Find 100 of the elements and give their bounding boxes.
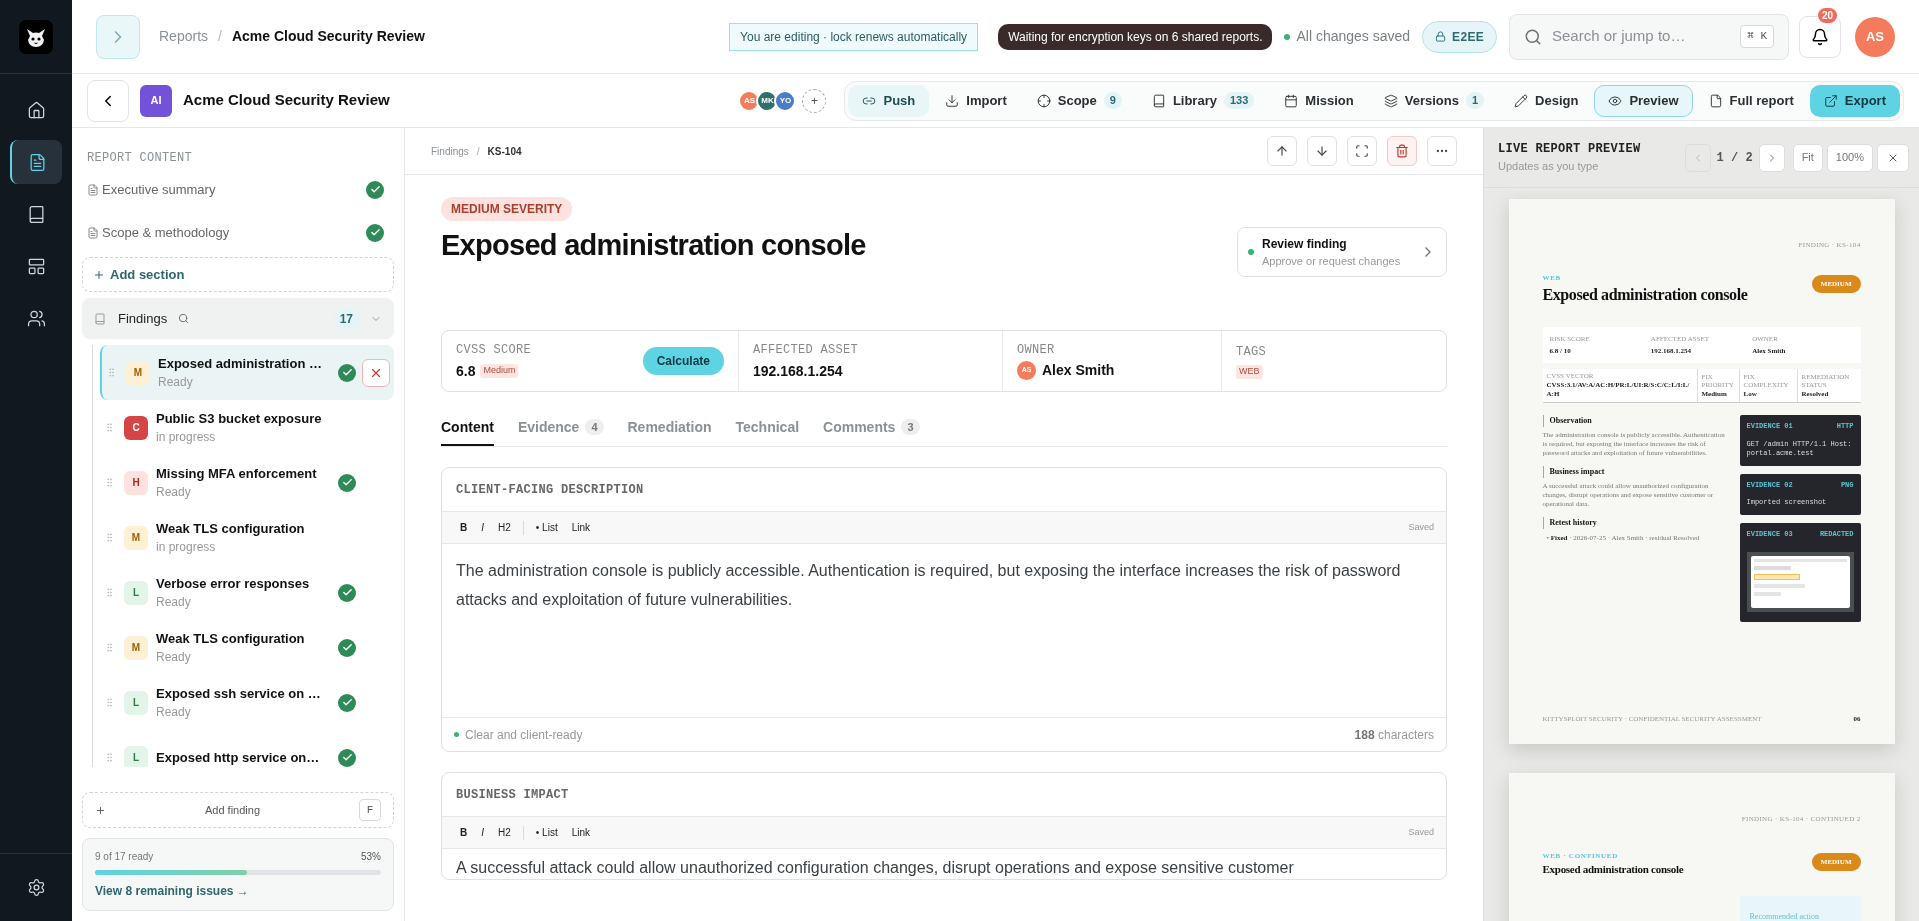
arrow-down-icon (1315, 144, 1329, 158)
section-item[interactable]: Executive summary (82, 169, 394, 210)
search-icon (178, 313, 190, 324)
collaborator-avatar: YO (774, 89, 797, 112)
finding-status: Ready (156, 704, 192, 722)
breadcrumb-separator: / (476, 144, 480, 159)
settings-button[interactable] (26, 878, 46, 897)
severity-badge: L (124, 745, 148, 767)
add-section-button[interactable]: Add section (82, 257, 394, 292)
delete-button[interactable] (1387, 136, 1417, 166)
severity-label: MEDIUM SEVERITY (441, 197, 573, 221)
drag-handle-icon (106, 367, 117, 378)
breadcrumb-current: Acme Cloud Security Review (231, 27, 425, 46)
fit-button[interactable]: Fit (1792, 143, 1823, 172)
callout-title: Recommended action (1749, 911, 1820, 921)
icon-button[interactable] (1307, 136, 1337, 166)
panel-heading: REPORT CONTENT (87, 150, 194, 167)
progress-label: 9 of 17 ready (95, 850, 154, 864)
section-label: Executive summary (102, 180, 216, 199)
eye-icon (1608, 93, 1623, 108)
count-badge: 4 (585, 418, 604, 436)
tab[interactable]: Content (441, 410, 494, 446)
add-finding-button[interactable]: Add finding F (82, 792, 394, 828)
severity-badge: C (124, 415, 148, 440)
format-button[interactable]: H2 (492, 520, 517, 535)
finding-title: Weak TLS configuration (156, 519, 306, 538)
format-button[interactable]: • List (529, 520, 564, 535)
finding-item[interactable]: H Missing MFA enforcement Ready (100, 455, 394, 510)
nav-button[interactable] (10, 140, 62, 184)
pencil-icon (1514, 93, 1529, 108)
finding-item[interactable]: M Weak TLS configuration Ready (100, 620, 394, 675)
findings-group-header[interactable]: Findings 17 (82, 298, 394, 339)
toolbar-button[interactable]: Push (848, 84, 930, 117)
tab[interactable]: Comments 3 (823, 410, 920, 446)
finding-item[interactable]: L Exposed ssh service on … Ready (100, 675, 394, 730)
format-button[interactable]: H2 (492, 825, 517, 840)
search-field[interactable]: Search or jump to… (1552, 25, 1731, 48)
toolbar-button[interactable]: Design (1500, 84, 1593, 117)
finding-status: Ready (156, 594, 192, 612)
format-button[interactable]: B (454, 825, 474, 840)
toolbar-button[interactable]: Versions 1 (1369, 84, 1499, 117)
save-status: All changes saved (1296, 27, 1411, 46)
field-label: CVSS SCORE (456, 341, 531, 359)
cat-logo[interactable] (19, 19, 53, 54)
toolbar-button[interactable]: Scope 9 (1022, 84, 1136, 117)
findings-count: 17 (332, 307, 360, 330)
toolbar-button[interactable]: Full report (1694, 84, 1808, 117)
saved-status: Saved (1408, 825, 1434, 839)
format-button[interactable]: Link (565, 520, 596, 535)
format-button[interactable]: I (475, 825, 490, 840)
finding-title: Exposed http service on… (156, 748, 320, 767)
remaining-issues-link[interactable]: View 8 remaining issues → (95, 882, 381, 900)
finding-item[interactable]: L Verbose error responses Ready (100, 565, 394, 620)
remove-button[interactable] (362, 358, 390, 387)
drag-handle-icon (104, 697, 115, 708)
breadcrumb-separator: / (218, 27, 222, 46)
search-bar[interactable]: Search or jump to… ⌘ K (1509, 13, 1789, 60)
tab[interactable]: Evidence 4 (517, 410, 604, 446)
icon-button[interactable] (1347, 136, 1377, 166)
download-icon (945, 93, 960, 108)
book-icon (94, 312, 106, 325)
toolbar-button[interactable]: Library 133 (1137, 84, 1269, 117)
document-icon (87, 226, 99, 239)
zoom-button[interactable]: 100% (1826, 143, 1873, 172)
check-icon (338, 693, 356, 712)
finding-status: Ready (158, 374, 194, 392)
calculate-button[interactable]: Calculate (642, 347, 724, 375)
finding-item[interactable]: L Exposed http service on… (100, 730, 394, 767)
external-link-icon (1823, 93, 1838, 108)
toolbar-button[interactable]: Preview (1594, 84, 1693, 117)
description-text[interactable]: The administration console is publicly accessible. Authentication is required, but exposing the interface increases the risk of password attacks and exploitation of future vulnerabilities. (442, 544, 1446, 718)
format-button[interactable]: B (454, 520, 474, 535)
toolbar-button[interactable]: Import (931, 84, 1021, 117)
finding-title: Public S3 bucket exposure (156, 409, 320, 428)
impact-text[interactable]: A successful attack could allow unauthorized configuration changes, disrupt operations and expose sensitive customer (442, 849, 1446, 879)
format-button[interactable]: I (475, 520, 490, 535)
page-indicator: 1 / 2 (1716, 149, 1753, 167)
toolbar-button[interactable]: Export (1809, 84, 1900, 117)
count-badge: 1 (1465, 92, 1485, 109)
encryption-notice: Waiting for encryption keys on 6 shared reports. (998, 23, 1273, 50)
toolbar-button[interactable]: Mission (1270, 84, 1368, 117)
drag-handle-icon (104, 422, 115, 433)
finding-title: Exposed administration … (158, 354, 322, 373)
keyboard-shortcut: ⌘ K (1740, 25, 1774, 48)
finding-item[interactable]: M Exposed administration … Ready (100, 345, 394, 400)
finding-status: Ready (156, 484, 192, 502)
check-icon (338, 638, 356, 657)
document-icon (87, 183, 99, 196)
count-badge: 9 (1103, 92, 1122, 109)
section-item[interactable]: Scope & methodology (82, 212, 394, 253)
review-button[interactable]: Review finding Approve or request changes (1237, 227, 1447, 277)
preview-subtitle: Updates as you type (1498, 159, 1600, 175)
section-label: Scope & methodology (102, 223, 230, 242)
finding-item[interactable]: C Public S3 bucket exposure in progress (100, 400, 394, 455)
finding-item[interactable]: M Weak TLS configuration in progress (100, 510, 394, 565)
icon-button[interactable] (1267, 136, 1297, 166)
format-button[interactable]: Link (565, 825, 596, 840)
severity-badge: L (124, 580, 148, 605)
count-badge: 3 (901, 418, 920, 436)
format-button[interactable]: • List (529, 825, 564, 840)
